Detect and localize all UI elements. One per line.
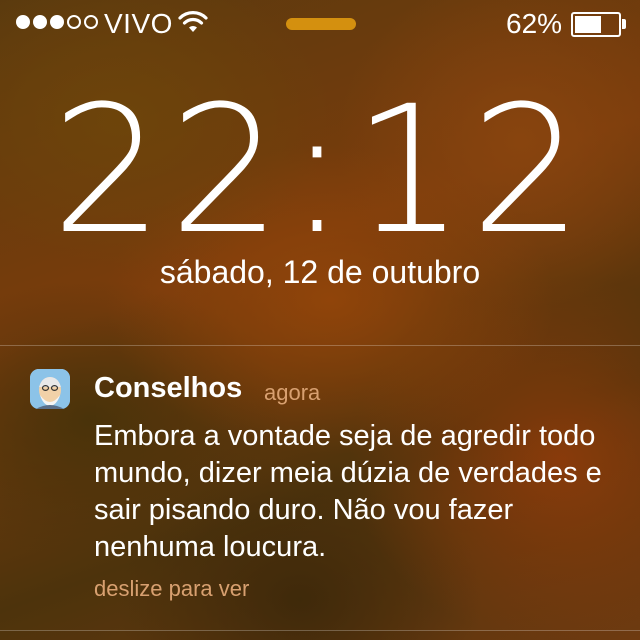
old-man-face-icon: [30, 369, 70, 409]
signal-strength-indicator: [16, 15, 98, 29]
battery-tip: [622, 19, 626, 29]
battery-percentage: 62%: [506, 8, 563, 39]
lock-date: sábado, 12 de outubro: [159, 254, 481, 290]
clock-minutes: 12: [352, 68, 589, 273]
notification-app-name: Conselhos: [94, 372, 243, 404]
wifi-icon: [178, 11, 208, 32]
slide-to-view-hint[interactable]: deslize para ver: [94, 576, 249, 602]
battery-fill: [575, 16, 601, 33]
signal-dot-filled: [50, 15, 64, 29]
status-bar: VIVO 62%: [0, 0, 640, 48]
clock-separator: :: [287, 68, 353, 273]
notification-message: Embora a vontade seja de agredir todo mu…: [94, 420, 602, 563]
conselhos-app-icon: [30, 369, 70, 409]
signal-dot-filled: [33, 15, 47, 29]
divider: [0, 630, 640, 631]
signal-dot-empty: [67, 15, 81, 29]
notification-time: agora: [264, 380, 321, 405]
carrier-name: VIVO: [104, 8, 173, 39]
divider: [0, 345, 640, 346]
lock-clock: 22:12: [0, 76, 640, 266]
camera-grabber[interactable]: [286, 18, 356, 30]
clock-hours: 22: [51, 68, 288, 273]
signal-dot-empty: [84, 15, 98, 29]
battery-icon: [571, 12, 621, 37]
signal-dot-filled: [16, 15, 30, 29]
